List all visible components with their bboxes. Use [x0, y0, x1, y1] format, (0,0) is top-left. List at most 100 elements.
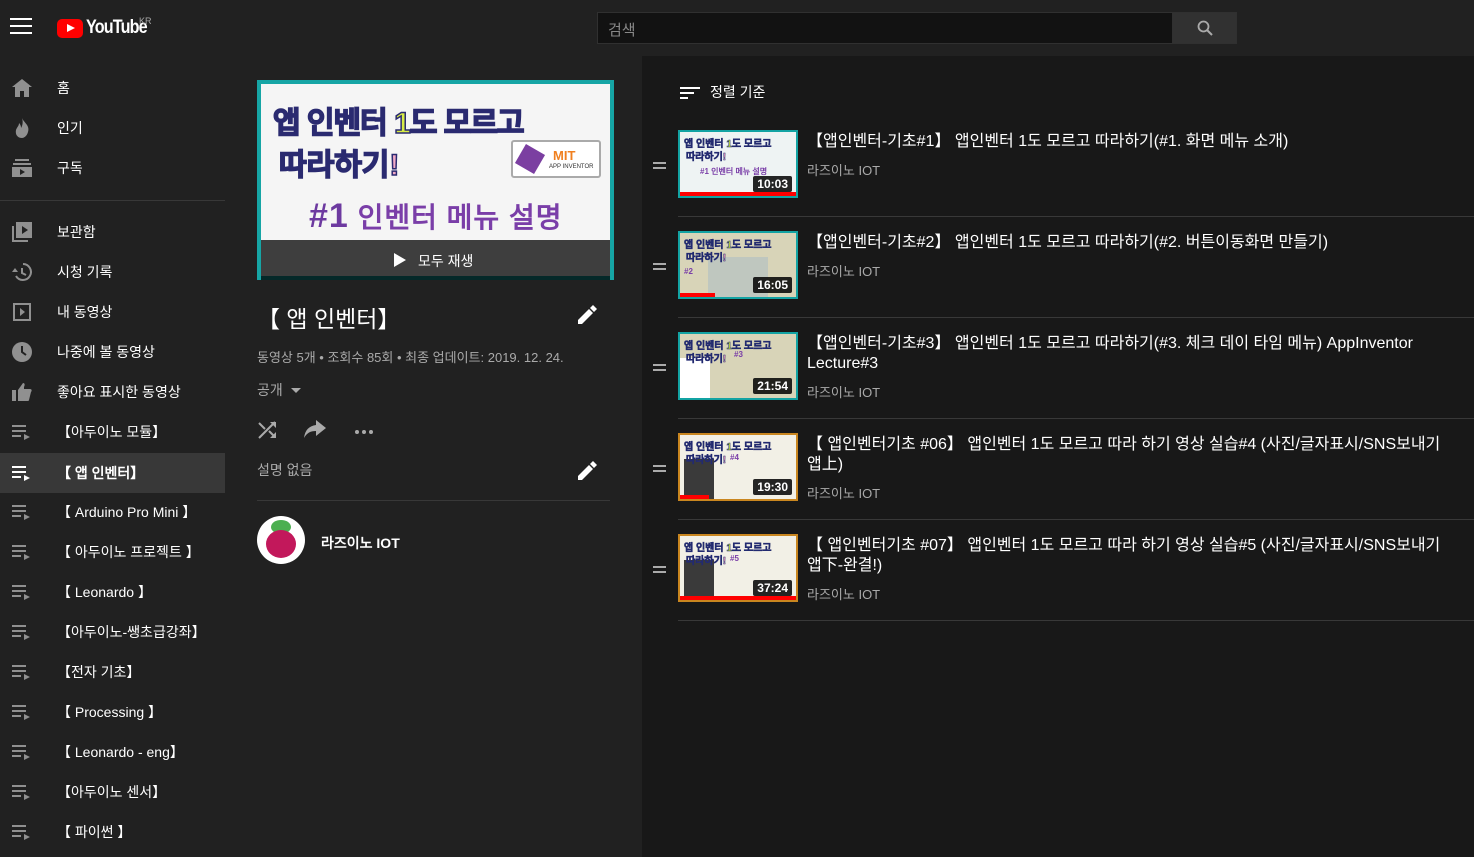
- more-options-icon[interactable]: [354, 420, 378, 444]
- video-duration: 37:24: [753, 580, 792, 596]
- playlist-video-list: 정렬 기준 앱 인벤터 1도 모르고 따라하기! #1 인벤터 메뉴 설명 10…: [642, 56, 1474, 857]
- video-duration: 10:03: [753, 176, 792, 192]
- sort-icon: [680, 84, 700, 100]
- video-title[interactable]: 【 앱인벤터기초 #07】 앱인벤터 1도 모르고 따라 하기 영상 실습#5 …: [807, 536, 1447, 576]
- search-input[interactable]: 검색: [597, 12, 1173, 44]
- watch-progress-bar: [680, 495, 709, 499]
- thumbs-up-icon: [11, 381, 33, 403]
- watch-progress-bar: [680, 192, 796, 196]
- edit-title-pencil-icon[interactable]: [578, 304, 602, 328]
- playlist-icon: [11, 741, 33, 763]
- video-channel[interactable]: 라즈이노 IOT: [807, 261, 880, 280]
- playlist-video-row[interactable]: 앱 인벤터 1도 모르고 따라하기! #5 37:24 【 앱인벤터기초 #07…: [642, 520, 1474, 621]
- play-icon: [394, 253, 406, 267]
- sidebar-item-watch-later[interactable]: 나중에 볼 동영상: [0, 332, 225, 372]
- menu-icon[interactable]: [10, 18, 32, 38]
- history-icon: [11, 261, 33, 283]
- caret-down-icon: [290, 387, 301, 393]
- sidebar-item-playlist[interactable]: 【 아두이노 프로젝트 】: [0, 532, 225, 572]
- sidebar-item-history[interactable]: 시청 기록: [0, 252, 225, 292]
- video-duration: 19:30: [753, 479, 792, 495]
- sidebar-item-library[interactable]: 보관함: [0, 212, 225, 252]
- sidebar-item-playlist[interactable]: 【전자 기초】: [0, 652, 225, 692]
- sidebar-item-playlist[interactable]: 【아두이노-쌩초급강좌】: [0, 612, 225, 652]
- search-icon: [1197, 20, 1213, 36]
- watch-later-icon: [11, 341, 33, 363]
- video-title[interactable]: 【앱인벤터-기초#1】 앱인벤터 1도 모르고 따라하기(#1. 화면 메뉴 소…: [807, 132, 1447, 152]
- region-code: KR: [139, 16, 152, 26]
- video-title[interactable]: 【앱인벤터-기초#3】 앱인벤터 1도 모르고 따라하기(#3. 체크 데이 타…: [807, 334, 1447, 374]
- drag-handle-icon[interactable]: [653, 263, 666, 271]
- drag-handle-icon[interactable]: [653, 162, 666, 170]
- playlist-info-panel: 앱 인벤터 1도 모르고 따라하기! MIT APP INVENTOR #1 인…: [225, 56, 642, 857]
- video-duration: 21:54: [753, 378, 792, 394]
- search-button[interactable]: [1172, 12, 1237, 44]
- my-videos-icon: [11, 301, 33, 323]
- playlist-title: 【 앱 인벤터】: [257, 306, 401, 332]
- channel-avatar[interactable]: [257, 516, 305, 564]
- sidebar-item-subscriptions[interactable]: 구독: [0, 148, 225, 188]
- sidebar-item-my-videos[interactable]: 내 동영상: [0, 292, 225, 332]
- video-title[interactable]: 【앱인벤터-기초#2】 앱인벤터 1도 모르고 따라하기(#2. 버튼이동화면 …: [807, 233, 1447, 253]
- video-thumbnail[interactable]: 앱 인벤터 1도 모르고 따라하기! #4 19:30: [678, 433, 798, 501]
- play-all-button[interactable]: 모두 재생: [261, 240, 610, 280]
- hexagon-icon: [514, 143, 546, 175]
- video-channel[interactable]: 라즈이노 IOT: [807, 584, 880, 603]
- drag-handle-icon[interactable]: [653, 566, 666, 574]
- playlist-video-row[interactable]: 앱 인벤터 1도 모르고 따라하기! #3 21:54 【앱인벤터-기초#3】 …: [642, 318, 1474, 419]
- sidebar-item-liked[interactable]: 좋아요 표시한 동영상: [0, 372, 225, 412]
- sidebar-item-playlist[interactable]: 【아두이노 모듈】: [0, 412, 225, 452]
- library-icon: [11, 221, 33, 243]
- playlist-icon: [11, 621, 33, 643]
- sidebar-divider: [0, 200, 225, 201]
- video-title[interactable]: 【 앱인벤터기초 #06】 앱인벤터 1도 모르고 따라 하기 영상 실습#4 …: [807, 435, 1447, 475]
- playlist-video-row[interactable]: 앱 인벤터 1도 모르고 따라하기! #1 인벤터 메뉴 설명 10:03 【앱…: [642, 116, 1474, 217]
- playlist-stats: 동영상 5개 • 조회수 85회 • 최종 업데이트: 2019. 12. 24…: [257, 350, 564, 365]
- sidebar-item-playlist[interactable]: 【아두이노 센서】: [0, 772, 225, 812]
- sidebar-item-playlist[interactable]: 【 Arduino Pro Mini 】: [0, 492, 225, 532]
- home-icon: [11, 77, 33, 99]
- video-channel[interactable]: 라즈이노 IOT: [807, 382, 880, 401]
- playlist-icon: [11, 701, 33, 723]
- channel-name[interactable]: 라즈이노 IOT: [321, 533, 400, 553]
- playlist-icon: [11, 781, 33, 803]
- playlist-description: 설명 없음: [257, 462, 313, 478]
- video-duration: 16:05: [753, 277, 792, 293]
- watch-progress-bar: [680, 293, 715, 297]
- video-channel[interactable]: 라즈이노 IOT: [807, 160, 880, 179]
- mit-app-inventor-logo: MIT APP INVENTOR: [511, 140, 601, 178]
- playlist-video-row[interactable]: 앱 인벤터 1도 모르고 따라하기! #4 19:30 【 앱인벤터기초 #06…: [642, 419, 1474, 520]
- shuffle-icon[interactable]: [258, 420, 282, 444]
- privacy-dropdown[interactable]: 공개: [257, 380, 301, 400]
- video-thumbnail[interactable]: 앱 인벤터 1도 모르고 따라하기! #5 37:24: [678, 534, 798, 602]
- sidebar-item-home[interactable]: 홈: [0, 68, 225, 108]
- sidebar-item-playlist[interactable]: 【 Leonardo - eng】: [0, 732, 225, 772]
- playlist-icon: [11, 661, 33, 683]
- playlist-icon: [11, 501, 33, 523]
- playlist-icon: [11, 541, 33, 563]
- video-channel[interactable]: 라즈이노 IOT: [807, 483, 880, 502]
- sidebar-item-playlist[interactable]: 【 파이썬 】: [0, 812, 225, 852]
- sidebar: 홈 인기 구독 보관함 시청 기록 내 동영상 나중에 볼 동영상 좋아요 표시…: [0, 56, 225, 857]
- video-thumbnail[interactable]: 앱 인벤터 1도 모르고 따라하기! #1 인벤터 메뉴 설명 10:03: [678, 130, 798, 198]
- drag-handle-icon[interactable]: [653, 465, 666, 473]
- edit-description-pencil-icon[interactable]: [578, 460, 602, 484]
- watch-progress-bar: [680, 596, 796, 600]
- share-icon[interactable]: [304, 420, 328, 444]
- sidebar-item-trending[interactable]: 인기: [0, 108, 225, 148]
- trending-icon: [11, 117, 33, 139]
- video-thumbnail[interactable]: 앱 인벤터 1도 모르고 따라하기! #2 16:05: [678, 231, 798, 299]
- drag-handle-icon[interactable]: [653, 364, 666, 372]
- sidebar-item-playlist-active[interactable]: 【 앱 인벤터】: [0, 453, 225, 493]
- video-thumbnail[interactable]: 앱 인벤터 1도 모르고 따라하기! #3 21:54: [678, 332, 798, 400]
- sort-button[interactable]: 정렬 기준: [680, 82, 765, 102]
- masthead: YouTube KR 검색: [0, 0, 1474, 56]
- playlist-icon: [11, 581, 33, 603]
- subscriptions-icon: [11, 157, 33, 179]
- divider: [257, 500, 610, 501]
- playlist-video-row[interactable]: 앱 인벤터 1도 모르고 따라하기! #2 16:05 【앱인벤터-기초#2】 …: [642, 217, 1474, 318]
- sidebar-item-playlist[interactable]: 【 Processing 】: [0, 692, 225, 732]
- sidebar-item-playlist[interactable]: 【 Leonardo 】: [0, 572, 225, 612]
- playlist-icon: [11, 421, 33, 443]
- playlist-icon: [11, 462, 33, 484]
